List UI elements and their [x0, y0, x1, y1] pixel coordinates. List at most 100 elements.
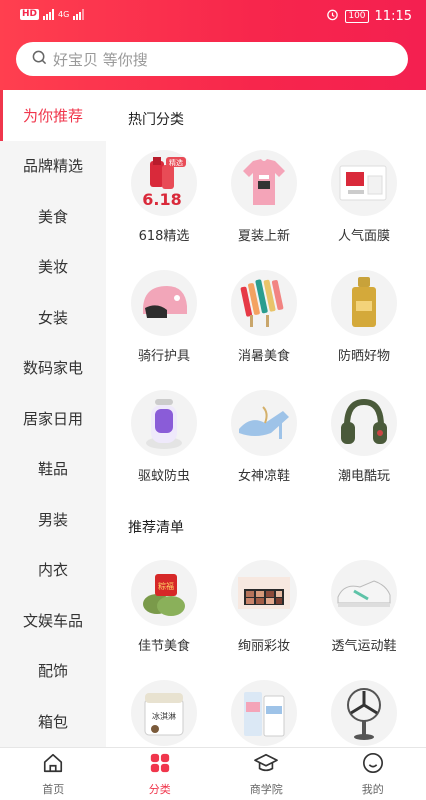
sidebar-item-label: 数码家电: [22, 359, 83, 378]
category-image: [131, 270, 197, 336]
sidebar-item-label: 居家日用: [22, 409, 83, 428]
signal-icon: [43, 9, 55, 20]
category-tile[interactable]: 透气运动鞋: [314, 560, 414, 654]
category-label: 驱蚊防虫: [137, 469, 190, 484]
category-tile[interactable]: 驱蚊防虫: [114, 390, 214, 484]
search-placeholder: 好宝贝 等你搜: [53, 50, 148, 69]
badge-text: 粽福: [158, 581, 174, 591]
sidebar-item[interactable]: 美食: [0, 191, 106, 242]
category-label: 潮电酷玩: [337, 469, 390, 484]
category-image: 精选 6.18: [131, 150, 197, 216]
section-title-hot: 热门分类: [128, 112, 184, 128]
category-label: 透气运动鞋: [331, 639, 397, 654]
sidebar-item[interactable]: 配饰: [0, 646, 106, 697]
sidebar-item[interactable]: 为你推荐: [0, 90, 106, 141]
sidebar-item-label: 品牌精选: [22, 157, 83, 176]
network-type: 4G: [58, 10, 70, 19]
signal-icon: [73, 9, 85, 20]
sidebar-item-label: 为你推荐: [22, 106, 83, 125]
battery-level: 100: [345, 10, 369, 23]
category-image: [231, 270, 297, 336]
sidebar-item-label: 女装: [37, 308, 68, 327]
category-label: 绚丽彩妆: [237, 639, 290, 654]
category-label: 人气面膜: [337, 229, 390, 244]
badge-text: 6.18: [142, 190, 181, 209]
sidebar-item[interactable]: 内衣: [0, 545, 106, 596]
sidebar-item[interactable]: 箱包: [0, 696, 106, 747]
alarm-icon: [326, 8, 339, 25]
tab-label: 商学院: [249, 782, 283, 796]
section-title-recommend: 推荐清单: [128, 520, 184, 536]
tab-profile[interactable]: 我的: [320, 748, 426, 800]
category-tile[interactable]: [314, 680, 414, 747]
category-image: [331, 560, 397, 626]
category-image: [331, 680, 397, 746]
sidebar-item-label: 美食: [37, 207, 68, 226]
tab-category[interactable]: 分类: [107, 748, 214, 800]
category-icon: [149, 752, 171, 778]
search-icon: [32, 50, 47, 69]
category-label: 消暑美食: [237, 349, 290, 364]
category-tile[interactable]: 潮电酷玩: [314, 390, 414, 484]
header: HD 4G 100 11:15 好宝贝 等你搜: [0, 0, 426, 90]
category-label: 防晒好物: [337, 349, 390, 364]
search-input[interactable]: 好宝贝 等你搜: [16, 42, 408, 76]
sidebar-item[interactable]: 男装: [0, 494, 106, 545]
category-tile[interactable]: 人气面膜: [314, 150, 414, 244]
home-icon: [42, 752, 64, 778]
category-image: [231, 680, 297, 746]
sidebar-item[interactable]: 居家日用: [0, 393, 106, 444]
category-image: 冰淇淋: [131, 680, 197, 746]
sidebar-item-label: 箱包: [37, 712, 68, 731]
sidebar-item-label: 配饰: [37, 662, 68, 681]
sidebar-item[interactable]: 女装: [0, 292, 106, 343]
sidebar-item[interactable]: 鞋品: [0, 444, 106, 495]
category-tile[interactable]: [214, 680, 314, 747]
category-tile[interactable]: 冰淇淋: [114, 680, 214, 747]
badge-text: 冰淇淋: [152, 711, 176, 721]
sidebar-item-label: 美妆: [37, 258, 68, 277]
hd-indicator: HD: [20, 9, 40, 20]
sidebar-item-label: 鞋品: [37, 460, 68, 479]
category-image: [231, 390, 297, 456]
category-tile[interactable]: 夏装上新: [214, 150, 314, 244]
tab-label: 分类: [148, 782, 171, 796]
tab-graduation-cap[interactable]: 商学院: [213, 748, 320, 800]
category-tile[interactable]: 女神凉鞋: [214, 390, 314, 484]
sidebar-item[interactable]: 文娱车品: [0, 595, 106, 646]
badge-text: 精选: [169, 158, 183, 167]
category-image: 粽福: [131, 560, 197, 626]
category-label: 女神凉鞋: [237, 469, 290, 484]
sidebar-item-label: 内衣: [37, 561, 68, 580]
category-tile[interactable]: 消暑美食: [214, 270, 314, 364]
category-image: [231, 560, 297, 626]
category-tile[interactable]: 粽福 佳节美食: [114, 560, 214, 654]
sidebar-item[interactable]: 品牌精选: [0, 141, 106, 192]
category-label: 骑行护具: [137, 349, 190, 364]
bottom-tab-bar: 首页 分类 商学院 我的: [0, 747, 426, 800]
status-bar: HD 4G 100 11:15: [0, 0, 426, 32]
sidebar-item[interactable]: 数码家电: [0, 343, 106, 394]
category-sidebar: 为你推荐品牌精选美食美妆女装数码家电居家日用鞋品男装内衣文娱车品配饰箱包: [0, 90, 106, 747]
category-image: [231, 150, 297, 216]
category-label: 佳节美食: [137, 639, 190, 654]
category-image: [331, 390, 397, 456]
category-tile[interactable]: 绚丽彩妆: [214, 560, 314, 654]
category-label: 夏装上新: [237, 229, 290, 244]
sidebar-item-label: 文娱车品: [22, 611, 83, 630]
sidebar-item-label: 男装: [37, 510, 68, 529]
category-image: [131, 390, 197, 456]
tab-label: 首页: [42, 782, 65, 796]
graduation-cap-icon: [254, 752, 279, 778]
profile-icon: [362, 752, 384, 778]
category-tile[interactable]: 精选 6.18 618精选: [114, 150, 214, 244]
clock: 11:15: [374, 9, 412, 24]
category-image: [331, 150, 397, 216]
tab-label: 我的: [361, 782, 384, 796]
category-tile[interactable]: 防晒好物: [314, 270, 414, 364]
sidebar-item[interactable]: 美妆: [0, 242, 106, 293]
category-label: 618精选: [138, 229, 190, 244]
category-tile[interactable]: 骑行护具: [114, 270, 214, 364]
category-image: [331, 270, 397, 336]
tab-home[interactable]: 首页: [0, 748, 107, 800]
